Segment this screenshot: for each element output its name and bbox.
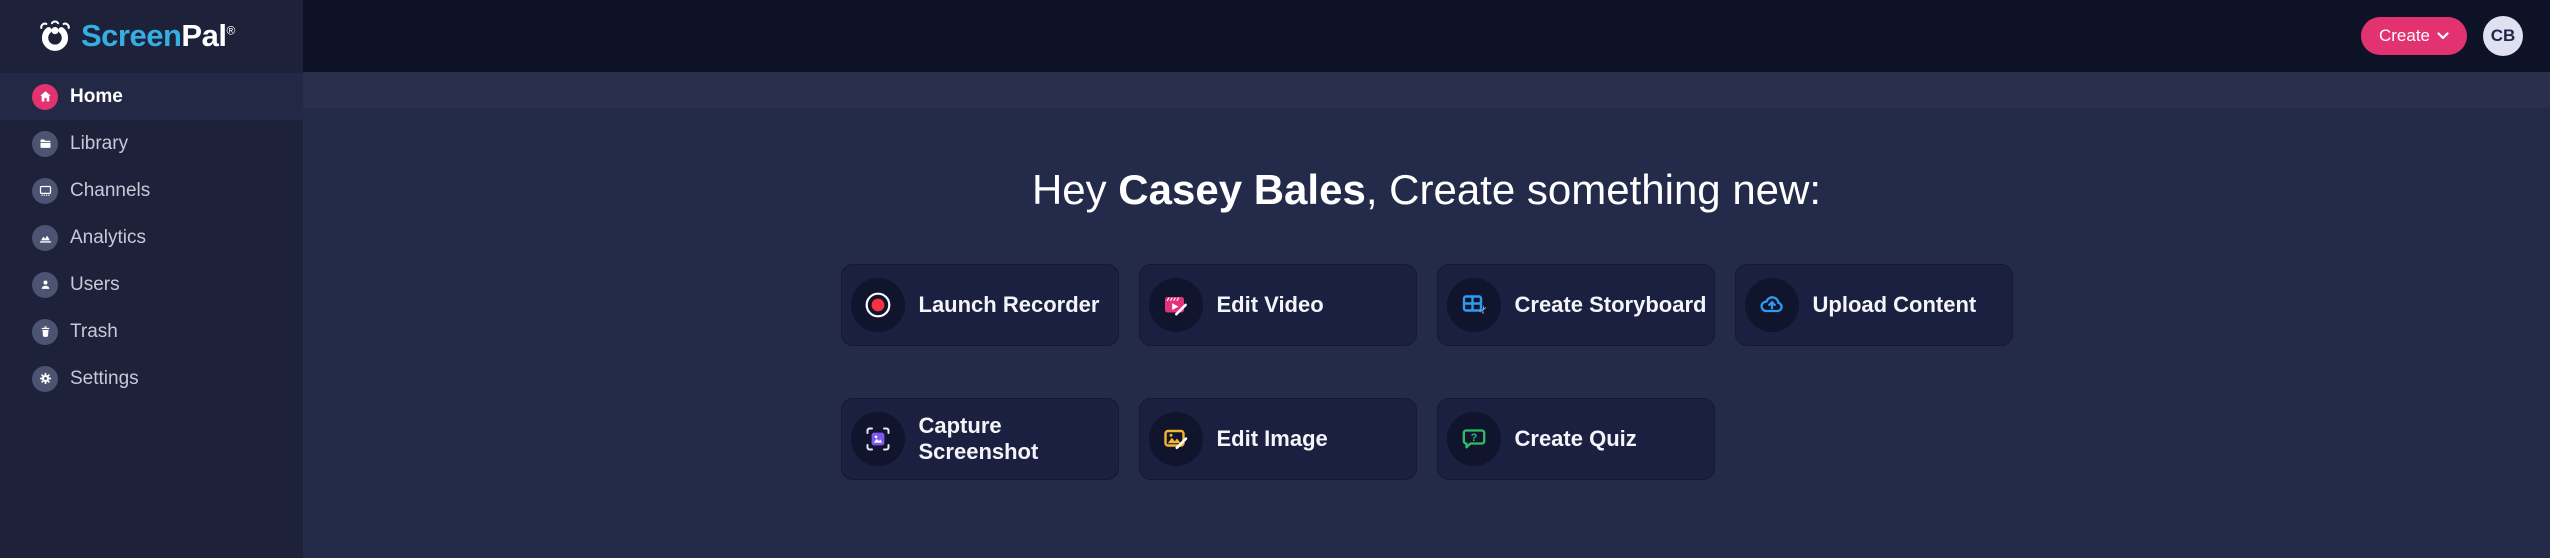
edit-image-icon bbox=[1148, 412, 1203, 466]
user-name: Casey Bales bbox=[1118, 166, 1366, 213]
create-quiz-card[interactable]: ? Create Quiz bbox=[1436, 398, 1715, 480]
sidebar-item-label: Users bbox=[70, 273, 120, 295]
topbar: Create CB bbox=[303, 0, 2550, 72]
create-storyboard-card[interactable]: ✂ Create Storyboard bbox=[1436, 264, 1715, 346]
card-label: Upload Content bbox=[1812, 292, 1977, 317]
sidebar-item-label: Channels bbox=[70, 179, 151, 201]
svg-text:✂: ✂ bbox=[1477, 304, 1489, 317]
chart-icon bbox=[32, 224, 58, 251]
card-label: Edit Video bbox=[1216, 292, 1324, 317]
registered-mark: ® bbox=[226, 23, 235, 38]
storyboard-grid-icon: ✂ bbox=[1446, 278, 1501, 332]
sidebar: ScreenPal® Home Library Channels Analyti… bbox=[0, 0, 303, 558]
svg-text:?: ? bbox=[1470, 432, 1477, 444]
upload-content-card[interactable]: Upload Content bbox=[1734, 264, 2013, 346]
person-icon bbox=[32, 271, 58, 298]
card-label: Create Quiz bbox=[1514, 426, 1637, 451]
screenpal-mascot-icon bbox=[37, 17, 73, 55]
sidebar-item-users[interactable]: Users bbox=[0, 261, 303, 308]
monitor-icon bbox=[32, 177, 58, 204]
sidebar-item-label: Library bbox=[70, 132, 129, 154]
card-label: Capture Screenshot bbox=[918, 413, 1039, 464]
sidebar-item-label: Home bbox=[70, 85, 123, 107]
gear-icon bbox=[32, 365, 58, 392]
capture-screenshot-icon bbox=[850, 412, 905, 466]
quiz-bubble-icon: ? bbox=[1446, 412, 1501, 466]
sidebar-item-label: Trash bbox=[70, 320, 118, 342]
edit-image-card[interactable]: Edit Image bbox=[1138, 398, 1417, 480]
create-button[interactable]: Create bbox=[2360, 17, 2467, 55]
logo-wordmark: ScreenPal® bbox=[81, 18, 235, 53]
launch-recorder-card[interactable]: Launch Recorder bbox=[840, 264, 1119, 346]
chevron-down-icon bbox=[2437, 32, 2449, 40]
sidebar-item-label: Analytics bbox=[70, 226, 147, 248]
main-content: Hey Casey Bales, Create something new: L… bbox=[303, 72, 2550, 558]
card-label: Launch Recorder bbox=[918, 292, 1100, 317]
capture-screenshot-card[interactable]: Capture Screenshot bbox=[840, 398, 1119, 480]
card-label: Create Storyboard bbox=[1514, 292, 1707, 317]
folder-icon bbox=[32, 130, 58, 157]
screenpal-logo[interactable]: ScreenPal® bbox=[0, 0, 303, 72]
card-label: Edit Image bbox=[1216, 426, 1328, 451]
content-top-strip bbox=[303, 72, 2550, 108]
home-icon bbox=[32, 83, 58, 110]
sidebar-item-library[interactable]: Library bbox=[0, 120, 303, 167]
card-row-1: Launch Recorder Edit Video ✂ Create Stor… bbox=[840, 264, 2013, 346]
sidebar-item-analytics[interactable]: Analytics bbox=[0, 214, 303, 261]
sidebar-item-trash[interactable]: Trash bbox=[0, 308, 303, 355]
sidebar-item-label: Settings bbox=[70, 367, 139, 389]
sidebar-item-channels[interactable]: Channels bbox=[0, 167, 303, 214]
greeting-heading: Hey Casey Bales, Create something new: bbox=[1031, 166, 1822, 213]
card-row-2: Capture Screenshot Edit Image ? Create Q… bbox=[840, 398, 2013, 480]
trash-icon bbox=[32, 318, 58, 345]
action-cards: Launch Recorder Edit Video ✂ Create Stor… bbox=[840, 264, 2013, 480]
sidebar-item-settings[interactable]: Settings bbox=[0, 355, 303, 402]
user-avatar[interactable]: CB bbox=[2483, 16, 2523, 56]
record-icon bbox=[850, 278, 905, 332]
cloud-upload-icon bbox=[1744, 278, 1799, 332]
sidebar-nav: Home Library Channels Analytics Users Tr… bbox=[0, 73, 303, 402]
edit-video-card[interactable]: Edit Video bbox=[1138, 264, 1417, 346]
sidebar-item-home[interactable]: Home bbox=[0, 73, 303, 120]
edit-video-icon bbox=[1148, 278, 1203, 332]
